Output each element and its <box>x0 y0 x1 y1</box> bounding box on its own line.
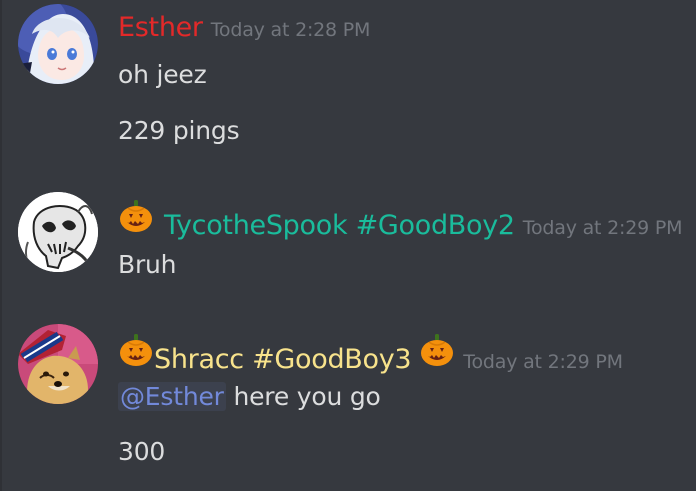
message-text: 229 pings <box>118 116 240 145</box>
username[interactable]: TycotheSpook #GoodBoy2 <box>164 210 515 241</box>
message-text: 300 <box>118 437 166 466</box>
doge-avatar-icon <box>18 324 98 404</box>
username[interactable]: Esther <box>118 12 203 43</box>
message-text-rest: here you go <box>233 382 381 411</box>
jack-o-lantern-icon <box>421 334 454 366</box>
message-header: Esther Today at 2:28 PM <box>118 12 370 43</box>
message-header: TycotheSpook #GoodBoy2 Today at 2:29 PM <box>118 198 682 241</box>
chat-message-list: Esther Today at 2:28 PM oh jeez 229 ping… <box>0 0 696 491</box>
timestamp: Today at 2:28 PM <box>210 19 371 41</box>
avatar[interactable] <box>18 4 98 84</box>
avatar[interactable] <box>18 192 98 272</box>
jack-o-lantern-icon <box>120 334 152 366</box>
timestamp: Today at 2:29 PM <box>463 351 623 373</box>
message-text: oh jeez <box>118 60 207 89</box>
skull-sketch-avatar-icon <box>18 192 98 272</box>
jack-o-lantern-icon <box>120 200 152 232</box>
username[interactable]: Shracc #GoodBoy3 <box>154 344 412 375</box>
divider <box>0 0 2 491</box>
anime-girl-avatar-icon <box>18 4 98 84</box>
message-header: Shracc #GoodBoy3 Today at 2:29 PM <box>118 332 623 375</box>
user-mention[interactable]: @Esther <box>118 382 226 411</box>
message-text: Bruh <box>118 250 177 279</box>
message-text: @Esther here you go <box>118 382 381 411</box>
timestamp: Today at 2:29 PM <box>522 217 683 239</box>
avatar[interactable] <box>18 324 98 404</box>
